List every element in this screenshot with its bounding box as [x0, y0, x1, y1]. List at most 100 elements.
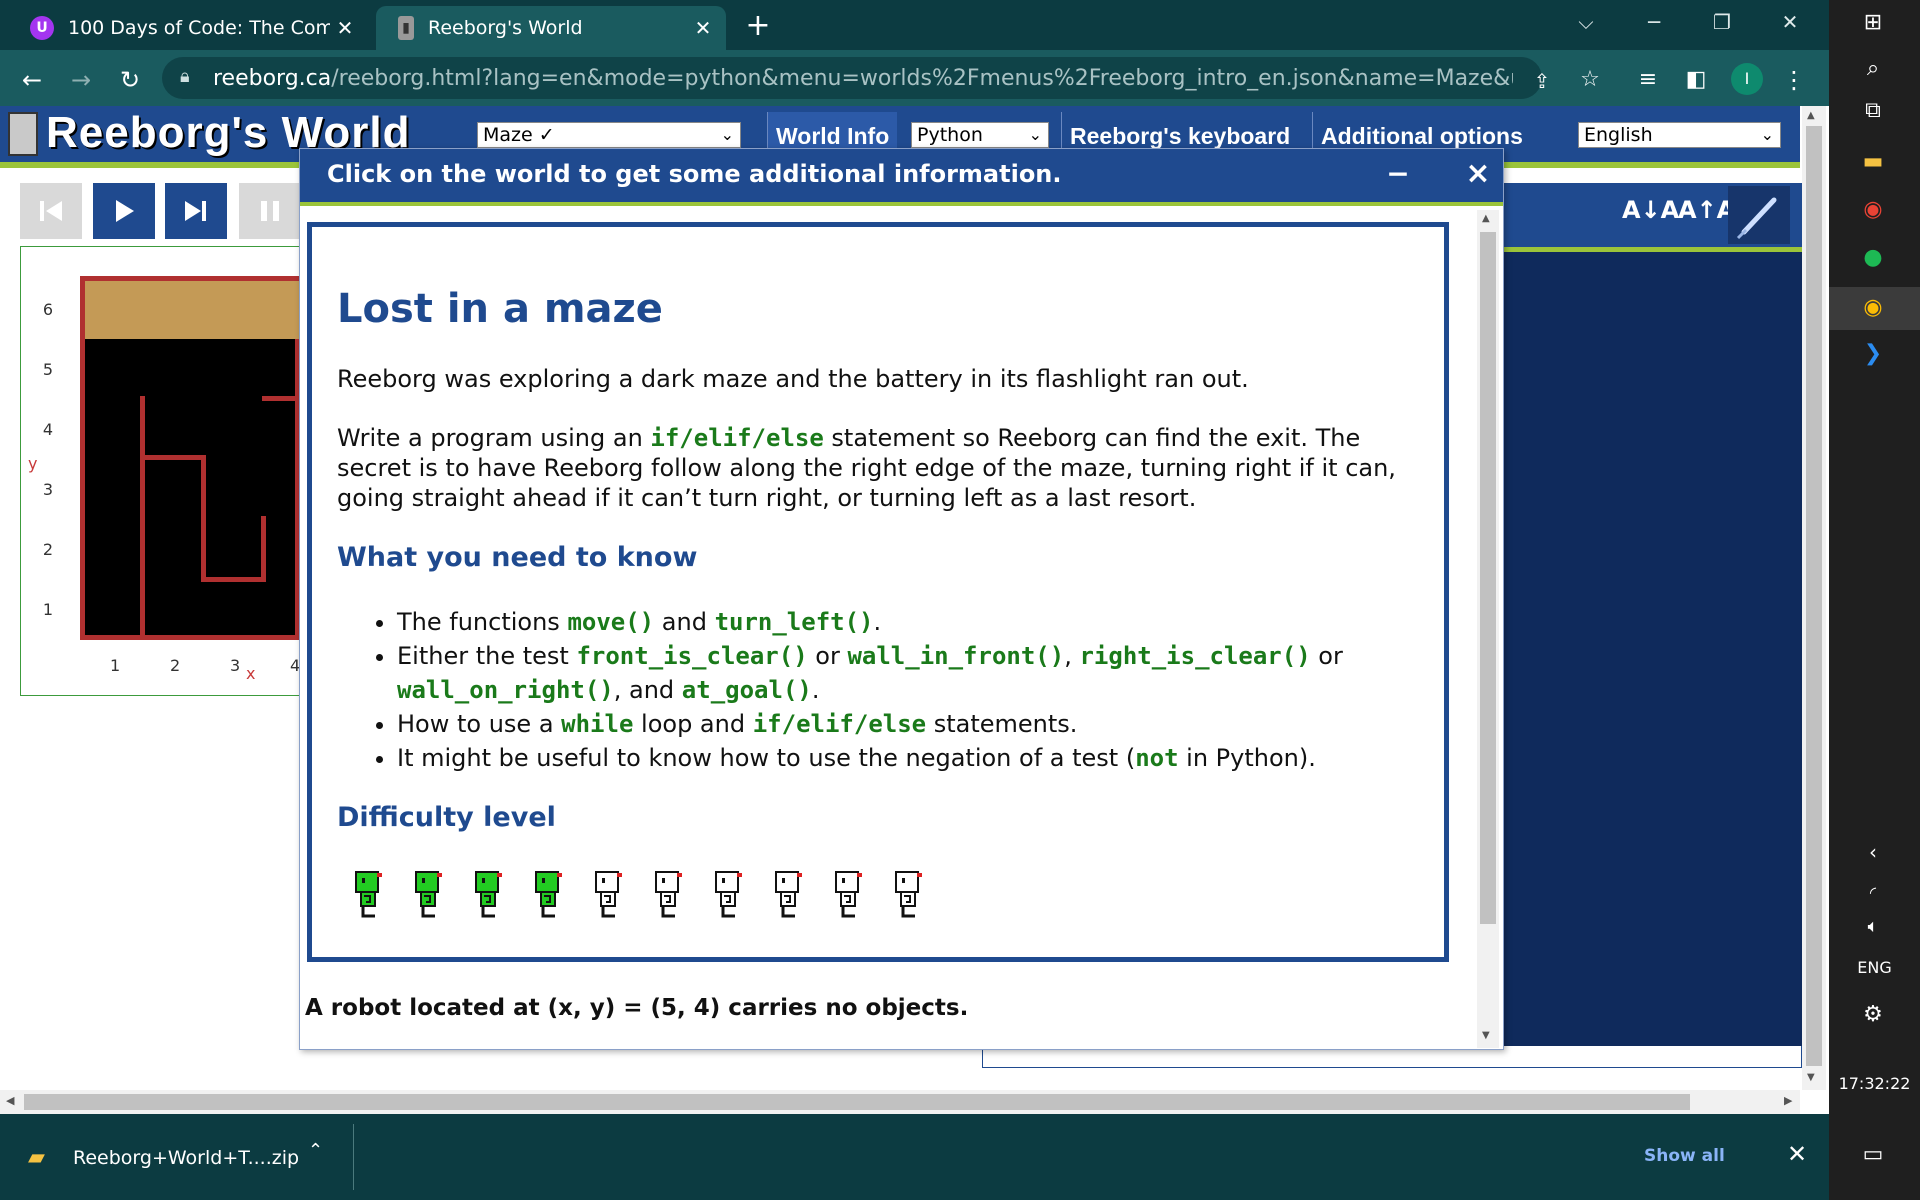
programming-language-select[interactable]: Python ⌄: [911, 122, 1049, 148]
side-panel-icon[interactable]: ◧: [1678, 62, 1714, 98]
edit-world-button[interactable]: [1728, 186, 1790, 244]
dialog-minimize-button[interactable]: −: [1384, 154, 1412, 194]
y-tick-label: 3: [42, 480, 54, 499]
clock[interactable]: 17:32:22: [1829, 1074, 1920, 1093]
udemy-icon: U: [30, 16, 54, 40]
world-select[interactable]: Maze ✓ ⌄: [477, 122, 741, 148]
x-tick-label: 3: [230, 656, 241, 675]
back-icon[interactable]: ←: [14, 62, 50, 98]
reeborg-logo-icon: [8, 112, 38, 156]
maze-wall: [140, 516, 145, 640]
chevron-down-icon: ⌄: [1028, 125, 1042, 144]
minimize-window-button[interactable]: ─: [1624, 0, 1684, 44]
bookmark-star-icon[interactable]: ☆: [1572, 62, 1608, 98]
y-tick-label: 5: [42, 360, 54, 379]
need-to-know-heading: What you need to know: [337, 542, 698, 573]
skip-back-icon: [40, 201, 62, 221]
download-filename[interactable]: Reeborg+World+T....zip: [73, 1147, 299, 1169]
y-tick-label: 4: [42, 420, 54, 439]
x-tick-label: 2: [170, 656, 181, 675]
media-control-icon[interactable]: ≡: [1630, 62, 1666, 98]
y-tick-label: 6: [42, 300, 54, 319]
menu-kebab-icon[interactable]: ⋮: [1776, 62, 1812, 98]
world-heading: Lost in a maze: [337, 286, 663, 332]
difficulty-robot-filled-icon: [470, 870, 508, 924]
language-indicator[interactable]: ENG: [1829, 958, 1920, 977]
volume-icon[interactable]: 🔈︎: [1856, 910, 1890, 944]
dialog-scroll-up-icon[interactable]: ▲: [1482, 213, 1490, 224]
search-icon[interactable]: ⌕: [1856, 52, 1890, 86]
tab-reeborg[interactable]: ▮ Reeborg's World ✕: [376, 6, 726, 50]
instructions-text: Write a program using an if/elif/else st…: [337, 424, 1396, 512]
x-axis-label: x: [246, 664, 256, 683]
dialog-close-button[interactable]: ×: [1462, 154, 1494, 194]
difficulty-robot-empty-icon: [830, 870, 868, 924]
intro-text: Reeborg was exploring a dark maze and th…: [337, 365, 1249, 393]
ui-language-select[interactable]: English ⌄: [1578, 122, 1781, 148]
settings-gear-icon[interactable]: ⚙: [1856, 998, 1890, 1032]
close-downloads-icon[interactable]: ✕: [1787, 1140, 1807, 1168]
show-hidden-icons-icon[interactable]: ‹: [1856, 835, 1890, 869]
code-editor[interactable]: [1500, 252, 1802, 1046]
pause-button[interactable]: [239, 183, 301, 239]
difficulty-robot-filled-icon: [410, 870, 448, 924]
zip-file-icon: ▰: [28, 1145, 45, 1170]
requirements-list: The functions move() and turn_left(). Ei…: [337, 605, 1417, 775]
share-icon[interactable]: ⇪: [1524, 63, 1560, 99]
task-view-icon[interactable]: ⧉: [1856, 94, 1890, 128]
difficulty-robot-empty-icon: [590, 870, 628, 924]
tab-title: 100 Days of Code: The Complete: [68, 17, 330, 39]
chevron-up-icon[interactable]: ⌃: [308, 1140, 323, 1161]
forward-icon[interactable]: →: [63, 62, 99, 98]
reload-world-button[interactable]: [20, 183, 82, 239]
scroll-up-icon[interactable]: ▲: [1807, 110, 1815, 121]
run-button[interactable]: [93, 183, 155, 239]
file-explorer-icon[interactable]: ▬: [1856, 145, 1890, 179]
spotify-icon[interactable]: ●: [1856, 241, 1890, 275]
close-window-button[interactable]: ✕: [1760, 0, 1820, 44]
reload-icon[interactable]: ↻: [112, 62, 148, 98]
dialog-scroll-down-icon[interactable]: ▼: [1482, 1030, 1490, 1041]
maze-goal-area: [85, 281, 300, 339]
close-tab-icon[interactable]: ✕: [688, 16, 718, 40]
list-item: How to use a while loop and if/elif/else…: [397, 707, 1417, 741]
restore-window-button[interactable]: ❐: [1692, 0, 1752, 44]
chrome-icon[interactable]: ◉: [1856, 193, 1890, 227]
dialog-scroll-thumb[interactable]: [1480, 232, 1496, 924]
show-all-downloads-link[interactable]: Show all: [1644, 1146, 1725, 1166]
y-axis-label: y: [28, 454, 38, 473]
vscode-icon[interactable]: ❯: [1856, 337, 1890, 371]
close-tab-icon[interactable]: ✕: [330, 16, 360, 40]
page-vertical-scroll-thumb[interactable]: [1806, 126, 1822, 1066]
list-item: It might be useful to know how to use th…: [397, 741, 1417, 775]
windows-start-icon[interactable]: ⊞: [1856, 6, 1890, 40]
url-text[interactable]: reeborg.ca/reeborg.html?lang=en&mode=pyt…: [213, 66, 1513, 91]
difficulty-robot-filled-icon: [530, 870, 568, 924]
scroll-down-icon[interactable]: ▼: [1807, 1072, 1815, 1083]
pen-icon: [1736, 197, 1777, 240]
chevron-down-icon: ⌄: [720, 125, 734, 144]
difficulty-robot-filled-icon: [350, 870, 388, 924]
page-horizontal-scroll-thumb[interactable]: [24, 1094, 1690, 1110]
difficulty-robot-empty-icon: [650, 870, 688, 924]
profile-avatar[interactable]: I: [1731, 63, 1763, 95]
maze-wall: [201, 455, 206, 581]
scroll-right-icon[interactable]: ▶: [1784, 1094, 1792, 1107]
tab-search-icon[interactable]: ⌵: [1556, 0, 1616, 44]
difficulty-rating: [350, 870, 950, 924]
downloads-divider: [353, 1124, 354, 1190]
tab-udemy[interactable]: U 100 Days of Code: The Complete ✕: [8, 6, 368, 50]
list-item: The functions move() and turn_left().: [397, 605, 1417, 639]
wifi-icon[interactable]: ◜: [1856, 876, 1890, 910]
notifications-icon[interactable]: ▭: [1856, 1138, 1890, 1172]
new-tab-button[interactable]: +: [738, 6, 778, 46]
decrease-font-icon[interactable]: A↓A: [1622, 196, 1679, 224]
play-icon: [116, 200, 134, 222]
reeborg-icon: ▮: [398, 16, 414, 40]
scroll-left-icon[interactable]: ◀: [6, 1094, 14, 1107]
chrome-active-icon[interactable]: ◉: [1856, 291, 1890, 325]
step-button[interactable]: [165, 183, 227, 239]
increase-font-icon[interactable]: A↑A: [1678, 196, 1735, 224]
difficulty-robot-empty-icon: [710, 870, 748, 924]
list-item: Either the test front_is_clear() or wall…: [397, 639, 1417, 707]
